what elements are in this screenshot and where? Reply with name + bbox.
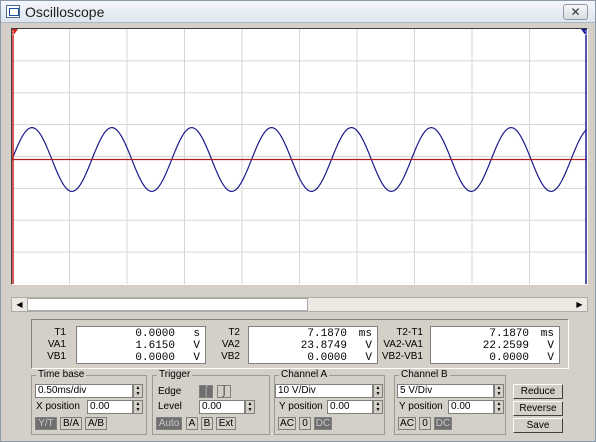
close-button[interactable]: ✕ — [563, 4, 588, 20]
readout-label: T1 — [54, 327, 66, 338]
oscilloscope-app-icon — [6, 5, 20, 18]
readout-value: 0.0000 — [135, 352, 175, 364]
reverse-button[interactable]: Reverse — [513, 401, 563, 416]
time-base-title: Time base — [36, 369, 87, 380]
channel-a-zero-button[interactable]: 0 — [299, 417, 311, 430]
readout-label: VA2-VA1 — [383, 339, 423, 350]
readout-unit: V — [365, 352, 372, 364]
channel-a-dc-button[interactable]: DC — [314, 417, 332, 430]
readout-label: VB2 — [221, 351, 240, 362]
readout-unit: ms — [540, 328, 554, 340]
channel-a-title: Channel A — [279, 369, 330, 380]
readout-unit: V — [547, 340, 554, 352]
readout-value: 7.1870 — [489, 328, 529, 340]
readout-value: 0.0000 — [489, 352, 529, 364]
channel-a-y-spinner-icon[interactable]: ▲ ▼ — [373, 400, 383, 414]
channel-b-scale-spinner-icon[interactable]: ▲ ▼ — [494, 384, 504, 398]
readout-label: VA1 — [47, 339, 66, 350]
mode-ba-button[interactable]: B/A — [60, 417, 82, 430]
channel-a-y-position-field[interactable]: 0.00 — [327, 400, 373, 414]
level-label: Level — [158, 401, 182, 412]
readout-box-delta: 7.1870 ms 22.2599 V 0.0000 V — [430, 326, 560, 364]
readout-unit: V — [365, 340, 372, 352]
channel-b-group: Channel B 5 V/Div ▲ ▼ Y position 0.00 ▲ ▼ … — [394, 369, 506, 435]
readout-unit: s — [193, 328, 200, 340]
reduce-button[interactable]: Reduce — [513, 384, 563, 399]
mode-yt-button[interactable]: Y/T — [35, 417, 57, 430]
trigger-group: Trigger Edge ⌠ ⌡ Level 0.00 ▲ ▼ Auto A B … — [152, 369, 270, 435]
channel-a-scale-field[interactable]: 10 V/Div — [275, 384, 373, 398]
trigger-level-field[interactable]: 0.00 — [199, 400, 245, 414]
trigger-title: Trigger — [157, 369, 193, 380]
readout-value: 7.1870 — [307, 328, 347, 340]
time-base-spinner-icon[interactable]: ▲ ▼ — [133, 384, 143, 398]
channel-b-dc-button[interactable]: DC — [434, 417, 452, 430]
readout-unit: V — [193, 352, 200, 364]
trigger-level-spinner-icon[interactable]: ▲ ▼ — [245, 400, 255, 414]
save-button[interactable]: Save — [513, 418, 563, 433]
readout-unit: ms — [358, 328, 372, 340]
readout-value: 23.8749 — [300, 340, 347, 352]
x-position-label: X position — [36, 401, 80, 412]
readout-label: T2-T1 — [396, 327, 423, 338]
readout-label: VB1 — [47, 351, 66, 362]
scroll-right-arrow-icon[interactable]: ▶ — [572, 298, 587, 311]
falling-edge-icon[interactable]: ⌡ — [217, 385, 231, 398]
oscilloscope-window: Oscilloscope ✕ 12 ◀ ▶ T1 VA1 VB1 0.0000 s… — [0, 0, 596, 442]
channel-a-ac-button[interactable]: AC — [278, 417, 296, 430]
x-position-field[interactable]: 0.00 — [87, 400, 133, 414]
readout-unit: V — [193, 340, 200, 352]
cursor-2-label: 2 — [584, 31, 587, 37]
channel-b-y-position-field[interactable]: 0.00 — [448, 400, 494, 414]
readout-label: T2 — [228, 327, 240, 338]
cursor-readout-panel: T1 VA1 VB1 0.0000 s 1.6150 V 0.0000 V T2 VA… — [31, 319, 569, 369]
horizontal-scrollbar[interactable]: ◀ ▶ — [11, 297, 588, 312]
scroll-thumb[interactable] — [27, 298, 308, 311]
channel-a-group: Channel A 10 V/Div ▲ ▼ Y position 0.00 ▲ ▼… — [274, 369, 385, 435]
trigger-auto-button[interactable]: Auto — [156, 417, 182, 430]
window-title: Oscilloscope — [25, 4, 105, 20]
readout-box-t2: 7.1870 ms 23.8749 V 0.0000 V — [248, 326, 378, 364]
channel-b-y-spinner-icon[interactable]: ▲ ▼ — [494, 400, 504, 414]
channel-b-title: Channel B — [399, 369, 450, 380]
trigger-b-button[interactable]: B — [201, 417, 213, 430]
trigger-ext-button[interactable]: Ext — [216, 417, 236, 430]
readout-box-t1: 0.0000 s 1.6150 V 0.0000 V — [76, 326, 206, 364]
readout-value: 0.0000 — [135, 328, 175, 340]
mode-ab-button[interactable]: A/B — [85, 417, 107, 430]
channel-b-ac-button[interactable]: AC — [398, 417, 416, 430]
readout-value: 0.0000 — [307, 352, 347, 364]
time-base-group: Time base 0.50ms/div ▲ ▼ X position 0.00 … — [31, 369, 147, 435]
channel-a-scale-spinner-icon[interactable]: ▲ ▼ — [373, 384, 383, 398]
channel-b-zero-button[interactable]: 0 — [419, 417, 431, 430]
scroll-left-arrow-icon[interactable]: ◀ — [12, 298, 27, 311]
readout-value: 1.6150 — [135, 340, 175, 352]
scope-plot: 12 — [12, 29, 587, 284]
readout-label: VB2-VB1 — [381, 351, 423, 362]
edge-label: Edge — [158, 386, 182, 397]
readout-value: 22.2599 — [482, 340, 529, 352]
time-base-scale-field[interactable]: 0.50ms/div — [35, 384, 133, 398]
trigger-a-button[interactable]: A — [186, 417, 198, 430]
scope-display: 12 — [11, 28, 588, 285]
title-bar[interactable]: Oscilloscope ✕ — [1, 1, 595, 23]
readout-unit: V — [547, 352, 554, 364]
channel-b-scale-field[interactable]: 5 V/Div — [397, 384, 494, 398]
rising-edge-icon[interactable]: ⌠ — [199, 385, 213, 398]
channel-b-y-position-label: Y position — [399, 401, 443, 412]
channel-a-y-position-label: Y position — [279, 401, 323, 412]
readout-label: VA2 — [221, 339, 240, 350]
x-position-spinner-icon[interactable]: ▲ ▼ — [133, 400, 143, 414]
